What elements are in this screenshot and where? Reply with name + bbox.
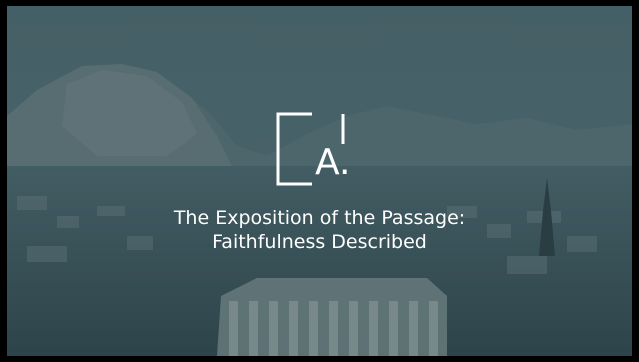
logo-mark: A. xyxy=(272,110,352,190)
slide-title-line-1: The Exposition of the Passage: xyxy=(173,207,466,229)
slide-title-line-2: Faithfulness Described xyxy=(212,231,427,253)
slide: A. The Exposition of the Passage: Faithf… xyxy=(7,6,632,356)
slide-title: The Exposition of the Passage: Faithfuln… xyxy=(67,206,572,254)
logo-letter: A. xyxy=(315,142,351,183)
